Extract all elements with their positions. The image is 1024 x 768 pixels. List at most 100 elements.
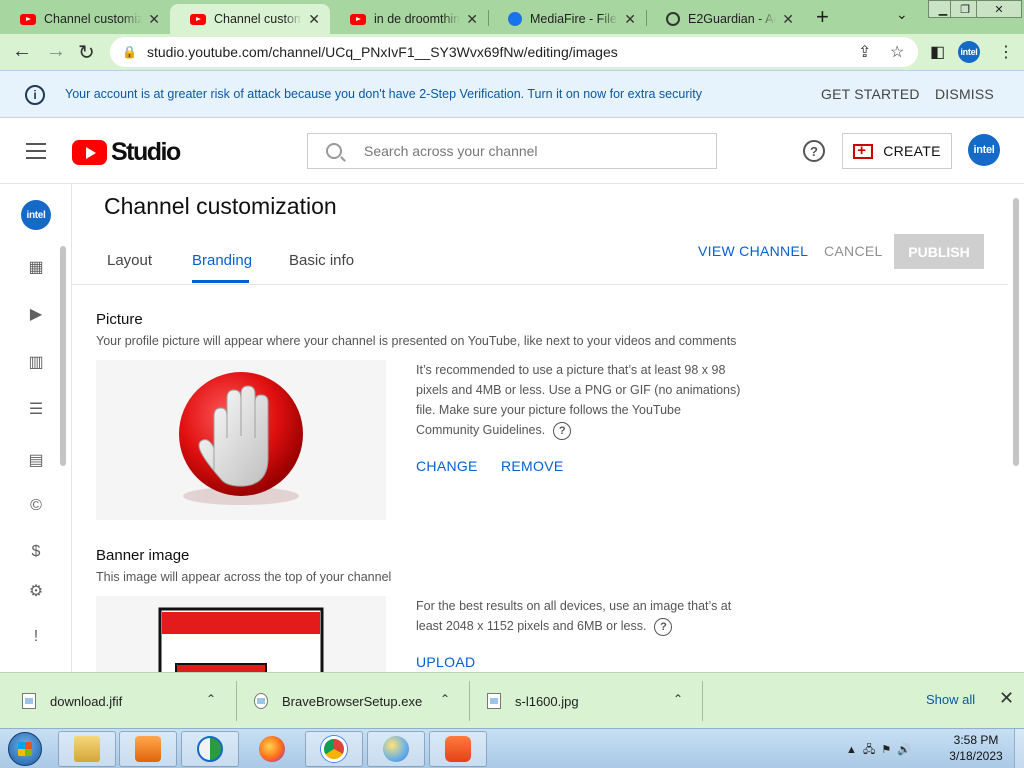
taskbar-brave[interactable] [429, 731, 487, 767]
comments-icon[interactable]: ☰ [26, 400, 46, 418]
globe-icon [666, 12, 680, 26]
show-all-downloads-link[interactable]: Show all [926, 692, 975, 707]
get-started-button[interactable]: GET STARTED [821, 86, 920, 102]
download-item[interactable]: BraveBrowserSetup.exe [254, 673, 422, 729]
studio-header: Studio Search across your channel ? CREA… [0, 118, 1024, 184]
share-icon[interactable]: ⇪ [858, 42, 871, 62]
channel-avatar[interactable]: intel [21, 200, 51, 230]
publish-button[interactable]: PUBLISH [894, 234, 984, 269]
banner-info: For the best results on all devices, use… [416, 596, 746, 636]
tab-branding[interactable]: Branding [192, 252, 252, 269]
chevron-up-icon[interactable]: ⌃ [440, 692, 450, 706]
close-icon[interactable]: ✕ [782, 11, 794, 28]
reload-icon[interactable]: ↻ [78, 40, 95, 65]
media-player-icon [135, 736, 161, 762]
close-icon[interactable]: ✕ [308, 11, 320, 28]
browser-tab-4[interactable]: MediaFire - File s ✕ [488, 4, 646, 34]
taskbar-media-player[interactable] [119, 731, 177, 767]
tab-title: in de droomthin [374, 12, 461, 26]
lock-icon[interactable]: 🔒 [122, 45, 137, 59]
studio-logo[interactable]: Studio [72, 138, 181, 167]
picture-info-text: It’s recommended to use a picture that’s… [416, 363, 741, 437]
taskbar-explorer[interactable] [58, 731, 116, 767]
remove-picture-button[interactable]: REMOVE [501, 458, 563, 474]
analytics-icon[interactable]: ▥ [26, 353, 46, 371]
download-filename: BraveBrowserSetup.exe [282, 693, 423, 709]
account-avatar[interactable]: intel [968, 134, 1000, 166]
main-scrollbar[interactable] [1013, 198, 1019, 466]
banner-info-text: For the best results on all devices, use… [416, 599, 732, 633]
subtitles-icon[interactable]: ▤ [26, 451, 46, 469]
sidebar-icon[interactable]: ◧ [930, 42, 945, 62]
create-video-icon [853, 142, 874, 159]
taskbar-paint[interactable] [367, 731, 425, 767]
download-bar: download.jfif ⌃ BraveBrowserSetup.exe ⌃ … [0, 672, 1024, 728]
close-icon[interactable]: ✕ [466, 11, 478, 28]
browser-tab-2[interactable]: Channel customiz ✕ [170, 4, 330, 34]
dashboard-icon[interactable]: ▦ [26, 258, 46, 276]
download-filename: download.jfif [50, 693, 123, 709]
start-button[interactable] [2, 730, 48, 768]
youtube-icon [20, 13, 36, 25]
studio-logo-text: Studio [111, 138, 181, 166]
forward-icon[interactable]: → [46, 40, 66, 63]
picture-info: It’s recommended to use a picture that’s… [416, 360, 746, 440]
help-icon[interactable]: ? [803, 140, 825, 162]
taskbar-chrome[interactable] [305, 731, 363, 767]
content-icon[interactable]: ▶ [26, 305, 46, 323]
download-item[interactable]: s-l1600.jpg [487, 673, 579, 729]
system-tray[interactable]: ▲ 🖧 ⚑ 🔊 [846, 741, 911, 760]
close-icon[interactable]: ✕ [999, 688, 1014, 709]
help-icon[interactable]: ? [654, 617, 673, 636]
browser-tab-5[interactable]: E2Guardian - Acc ✕ [646, 4, 804, 34]
download-separator [702, 681, 703, 721]
change-picture-button[interactable]: CHANGE [416, 458, 478, 474]
taskbar-firefox[interactable] [243, 731, 301, 767]
help-icon[interactable]: ? [553, 421, 572, 440]
feedback-icon[interactable]: ! [26, 628, 46, 646]
close-icon[interactable]: ✕ [148, 11, 160, 28]
picture-section-title: Picture [96, 311, 143, 328]
menu-kebab-icon[interactable]: ⋮ [998, 42, 1014, 62]
banner-message: Your account is at greater risk of attac… [65, 87, 702, 101]
profile-avatar[interactable]: intel [958, 41, 980, 63]
search-icon [326, 143, 342, 159]
tab-basic-info[interactable]: Basic info [289, 252, 354, 269]
show-desktop-button[interactable] [1014, 729, 1024, 768]
browser-tab-3[interactable]: in de droomthin ✕ [330, 4, 488, 34]
address-bar[interactable]: 🔒 studio.youtube.com/channel/UCq_PNxIvF1… [110, 37, 918, 67]
chevron-up-icon[interactable]: ⌃ [673, 692, 683, 706]
youtube-icon [190, 13, 206, 25]
download-separator [469, 681, 470, 721]
url-text: studio.youtube.com/channel/UCq_PNxIvF1__… [146, 44, 618, 60]
close-icon[interactable]: ✕ [624, 11, 636, 28]
view-channel-button[interactable]: VIEW CHANNEL [698, 243, 808, 259]
mediafire-icon [508, 12, 522, 26]
taskbar-intel-app[interactable] [181, 731, 239, 767]
browser-tab-1[interactable]: Channel customiz ✕ [0, 4, 170, 34]
earn-icon[interactable]: $ [26, 543, 46, 561]
tab-search-chevron-icon[interactable]: ⌄ [896, 6, 908, 23]
chevron-up-icon[interactable]: ⌃ [206, 692, 216, 706]
search-input[interactable]: Search across your channel [307, 133, 717, 169]
back-icon[interactable]: ← [12, 40, 32, 63]
tab-layout[interactable]: Layout [107, 252, 152, 269]
window-close-icon[interactable]: ✕ [976, 0, 1022, 18]
create-button[interactable]: CREATE [842, 133, 952, 169]
bookmark-star-icon[interactable]: ☆ [890, 42, 904, 62]
page-title: Channel customization [104, 193, 337, 219]
browser-tab-strip: Channel customiz ✕ Channel customiz ✕ in… [0, 0, 1024, 34]
upload-banner-button[interactable]: UPLOAD [416, 654, 475, 670]
hamburger-menu-icon[interactable] [26, 143, 46, 159]
dismiss-button[interactable]: DISMISS [935, 86, 994, 102]
clock[interactable]: 3:58 PM 3/18/2023 [946, 732, 1006, 764]
copyright-icon[interactable]: © [26, 497, 46, 515]
rail-scrollbar[interactable] [60, 246, 66, 466]
download-item[interactable]: download.jfif [22, 673, 122, 729]
stop-hand-icon [179, 372, 303, 505]
new-tab-button[interactable]: + [816, 4, 829, 30]
taskbar: ▲ 🖧 ⚑ 🔊 3:58 PM 3/18/2023 [0, 728, 1024, 768]
settings-icon[interactable]: ⚙ [26, 582, 46, 600]
cancel-button[interactable]: CANCEL [824, 243, 883, 259]
download-separator [236, 681, 237, 721]
